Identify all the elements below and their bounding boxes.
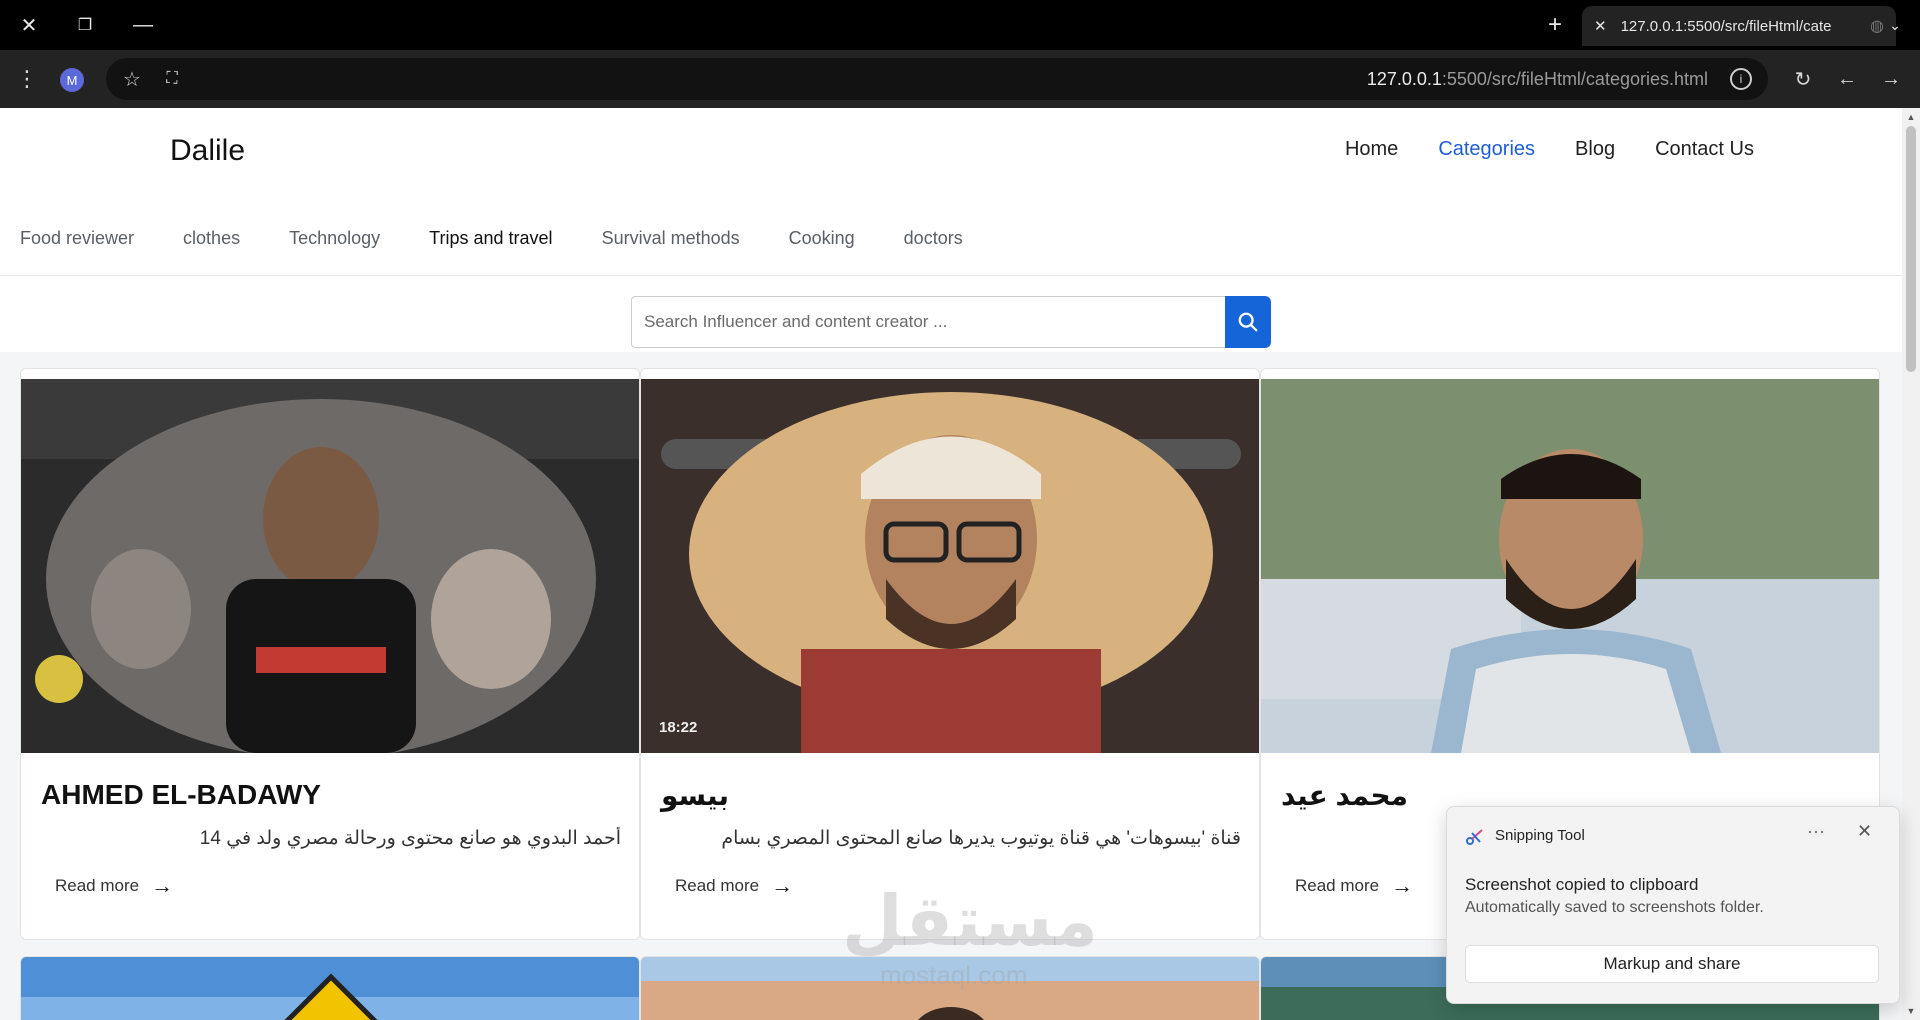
influencer-photo [641, 379, 1259, 753]
menu-kebab-icon[interactable]: ⋮ [14, 64, 40, 94]
category-divider [0, 275, 1902, 276]
arrow-right-icon: → [151, 873, 174, 898]
read-more-link[interactable]: Read more → [675, 873, 793, 899]
scroll-up-icon[interactable]: ▲ [1906, 112, 1916, 122]
category-clothes[interactable]: clothes [183, 228, 240, 249]
star-icon[interactable]: ☆ [120, 67, 144, 91]
window-titlebar: ✕ ❐ — + ✕ 127.0.0.1:5500/src/fileHtml/ca… [0, 0, 1920, 50]
translate-icon[interactable]: ⛶ [160, 67, 184, 91]
read-more-label: Read more [675, 876, 760, 895]
close-tab-icon[interactable]: ✕ [1594, 17, 1607, 35]
site-info-icon[interactable]: i [1730, 68, 1752, 90]
influencer-card: AHMED EL-BADAWY أحمد البدوي هو صانع محتو… [20, 368, 640, 940]
browser-toolbar: ⋮ ☆ ⛶ 127.0.0.1:5500/src/fileHtml/catego… [0, 50, 1920, 108]
watermark-url: mostaql.com [880, 960, 1028, 990]
minimize-window-icon[interactable]: — [128, 10, 158, 40]
influencer-description: قناة 'بيسوهات' هي قناة يوتيوب يديرها صان… [721, 828, 1241, 849]
influencer-name: بيسو [661, 780, 729, 811]
category-trips-and-travel[interactable]: Trips and travel [429, 228, 552, 249]
read-more-link[interactable]: Read more → [1295, 873, 1413, 899]
forward-icon[interactable]: → [1876, 64, 1906, 94]
markup-and-share-button[interactable]: Markup and share [1465, 945, 1879, 983]
main-nav: Home Categories Blog Contact Us [1345, 138, 1754, 161]
category-tabs: Food reviewer clothes Technology Trips a… [20, 228, 963, 249]
influencer-card [20, 956, 640, 1020]
scroll-down-icon[interactable]: ▼ [1906, 1006, 1916, 1016]
notification-app-name: Snipping Tool [1495, 827, 1585, 844]
notification-title: Screenshot copied to clipboard [1465, 875, 1699, 894]
profile-avatar[interactable]: M [60, 68, 84, 92]
arrow-right-icon: → [771, 873, 794, 898]
new-tab-icon[interactable]: + [1540, 10, 1570, 40]
browser-tab[interactable]: ✕ 127.0.0.1:5500/src/fileHtml/cate ◍ [1582, 6, 1896, 46]
category-survival-methods[interactable]: Survival methods [602, 228, 740, 249]
influencer-card: 18:22 بيسو قناة 'بيسوهات' هي قناة يوتيوب… [640, 368, 1260, 940]
influencer-name: محمد عيد [1281, 780, 1408, 811]
category-technology[interactable]: Technology [289, 228, 380, 249]
video-timestamp: 18:22 [659, 719, 698, 736]
influencer-photo [21, 957, 639, 1020]
scroll-thumb[interactable] [1906, 126, 1916, 372]
category-food-reviewer[interactable]: Food reviewer [20, 228, 134, 249]
influencer-description: أحمد البدوي هو صانع محتوى ورحالة مصري ول… [199, 828, 621, 849]
url-text: 127.0.0.1:5500/src/fileHtml/categories.h… [1366, 69, 1708, 89]
search-icon [1238, 312, 1258, 332]
influencer-photo [1261, 379, 1879, 753]
nav-home[interactable]: Home [1345, 138, 1398, 161]
tab-list-chevron-icon[interactable]: ⌄ [1880, 10, 1910, 40]
site-brand[interactable]: Dalile [170, 134, 245, 168]
influencer-photo [21, 379, 639, 753]
arrow-right-icon: → [1391, 873, 1414, 898]
read-more-label: Read more [55, 876, 140, 895]
search-input[interactable] [631, 296, 1225, 348]
notification-body: Automatically saved to screenshots folde… [1465, 899, 1764, 916]
tab-title: 127.0.0.1:5500/src/fileHtml/cate [1620, 17, 1832, 35]
nav-contact-us[interactable]: Contact Us [1655, 138, 1754, 161]
influencer-name: AHMED EL-BADAWY [41, 779, 321, 810]
category-doctors[interactable]: doctors [904, 228, 963, 249]
close-icon[interactable]: ✕ [1857, 821, 1872, 842]
watermark: مستقل [842, 882, 1099, 960]
nav-blog[interactable]: Blog [1575, 138, 1615, 161]
more-options-icon[interactable]: ··· [1807, 821, 1825, 842]
read-more-link[interactable]: Read more → [55, 873, 173, 899]
address-bar[interactable]: ☆ ⛶ 127.0.0.1:5500/src/fileHtml/categori… [106, 58, 1768, 100]
snipping-tool-notification: Snipping Tool ··· ✕ Screenshot copied to… [1446, 806, 1900, 1004]
reload-icon[interactable]: ↻ [1788, 64, 1818, 94]
search-button[interactable] [1225, 296, 1271, 348]
scissors-icon [1466, 829, 1483, 845]
back-icon[interactable]: ← [1832, 64, 1862, 94]
category-cooking[interactable]: Cooking [789, 228, 855, 249]
search-bar [631, 296, 1271, 348]
read-more-label: Read more [1295, 876, 1380, 895]
close-window-icon[interactable]: ✕ [14, 10, 44, 40]
page-scrollbar[interactable]: ▲ ▼ [1902, 108, 1920, 1020]
restore-window-icon[interactable]: ❐ [70, 10, 100, 40]
nav-categories[interactable]: Categories [1438, 138, 1535, 161]
